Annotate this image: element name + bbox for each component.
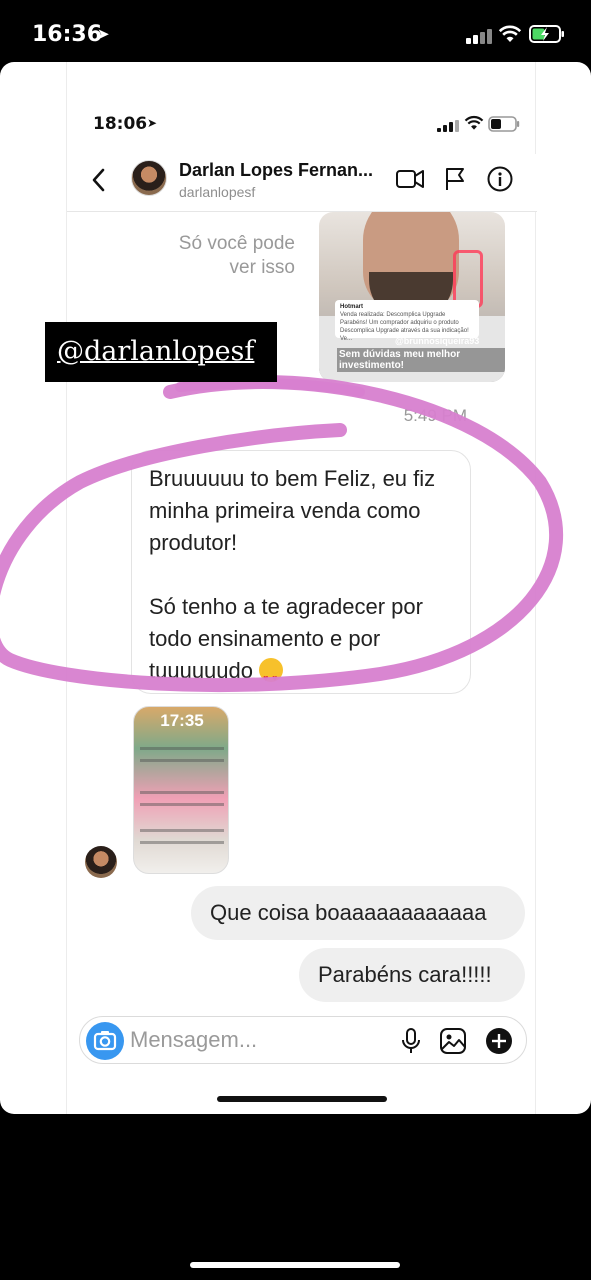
gallery-icon[interactable]	[438, 1026, 468, 1056]
photo-notification-line	[140, 841, 224, 844]
story-mention-tag: @brunnosiqueira93	[395, 336, 480, 346]
outer-status-bar: 16:36 ➤	[0, 0, 591, 62]
story-sale-notification: Hotmart Venda realizada: Descomplica Upg…	[335, 300, 479, 342]
photo-notification-line	[140, 791, 224, 794]
photo-message[interactable]: 17:35	[133, 706, 229, 874]
photo-lockscreen-time: 17:35	[160, 711, 204, 730]
outgoing-message-bubble[interactable]: Que coisa boaaaaaaaaaaaa	[191, 886, 525, 940]
battery-charging-icon	[529, 25, 564, 43]
message-input[interactable]	[130, 1025, 380, 1055]
avatar[interactable]	[131, 160, 167, 196]
location-arrow-icon: ➤	[147, 116, 158, 130]
message-paragraph: Só tenho a te agradecer por todo ensinam…	[149, 594, 423, 683]
photo-notification-line	[140, 759, 224, 762]
cellular-signal-icon	[437, 120, 459, 132]
inner-dm-screen: 18:06 ➤ Darlan Lopes Fernan... darlanlop…	[66, 62, 537, 1114]
outer-home-indicator	[190, 1262, 400, 1268]
chat-header: Darlan Lopes Fernan... darlanlopesf	[67, 154, 537, 212]
message-paragraph: Bruuuuuu to bem Feliz, eu fiz minha prim…	[149, 466, 436, 555]
outgoing-message-bubble[interactable]: Parabéns cara!!!!!	[299, 948, 525, 1002]
contact-name[interactable]: Darlan Lopes Fernan...	[179, 160, 373, 181]
inner-status-bar: 18:06 ➤	[67, 110, 537, 138]
camera-icon	[93, 1031, 117, 1051]
incoming-message-bubble[interactable]: Bruuuuuu to bem Feliz, eu fiz minha prim…	[131, 450, 471, 694]
contact-username[interactable]: darlanlopesf	[179, 184, 255, 200]
microphone-icon[interactable]	[396, 1026, 426, 1056]
story-reply-thumbnail[interactable]: Hotmart Venda realizada: Descomplica Upg…	[319, 212, 505, 382]
notification-app-name: Hotmart	[340, 304, 364, 310]
story-visibility-note: Só você pode ver isso	[178, 233, 295, 278]
wifi-icon	[464, 115, 484, 130]
video-call-icon[interactable]	[395, 166, 425, 192]
photo-notification-line	[140, 803, 224, 806]
heart-eyes-emoji-icon	[259, 658, 284, 694]
screenshot-card: 18:06 ➤ Darlan Lopes Fernan... darlanlop…	[0, 62, 591, 1114]
sender-avatar[interactable]	[85, 846, 117, 878]
notification-title: Venda realizada: Descomplica Upgrade	[340, 312, 446, 318]
back-chevron-icon[interactable]	[89, 166, 109, 194]
plus-icon[interactable]	[484, 1026, 514, 1056]
mention-badge[interactable]: @darlanlopesf	[45, 322, 277, 382]
story-caption: Sem dúvidas meu melhor investimento!	[337, 348, 505, 372]
outer-clock: 16:36	[32, 22, 103, 47]
message-composer	[79, 1016, 527, 1064]
mention-text: @darlanlopesf	[57, 336, 255, 367]
location-arrow-icon: ➤	[97, 26, 110, 43]
cellular-signal-icon	[466, 28, 494, 44]
camera-button[interactable]	[86, 1022, 124, 1060]
photo-notification-line	[140, 829, 224, 832]
info-icon[interactable]	[485, 166, 515, 192]
inner-clock: 18:06	[93, 114, 148, 134]
message-timestamp: 5:49 PM	[403, 406, 467, 425]
photo-notification-line	[140, 747, 224, 750]
inner-home-indicator	[217, 1096, 387, 1102]
wifi-icon	[498, 25, 522, 42]
battery-icon	[488, 116, 520, 132]
flag-icon[interactable]	[441, 166, 471, 192]
